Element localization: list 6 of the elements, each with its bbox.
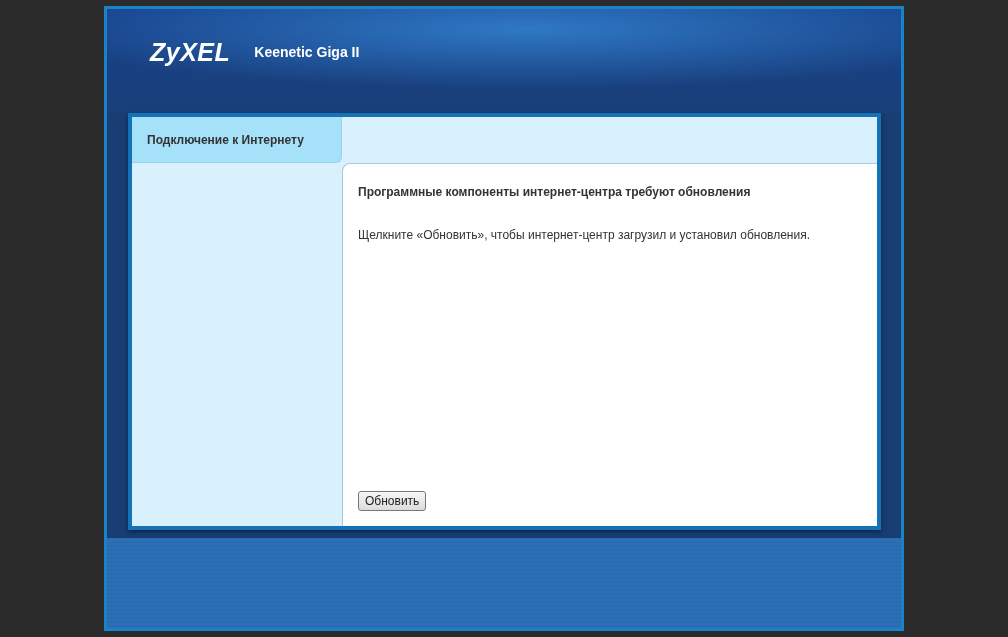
model-name: Keenetic Giga II <box>254 43 360 62</box>
logo: ZyXEL <box>150 39 231 65</box>
update-button[interactable]: Обновить <box>358 491 427 511</box>
content-heading: Программные компоненты интернет-центра требуют обновления <box>358 185 752 199</box>
update-message: Щелкните «Обновить», чтобы интернет-центр загрузил и установил обновления. <box>358 228 811 242</box>
sidebar-tab[interactable]: Подключение к Интернету <box>132 117 342 163</box>
